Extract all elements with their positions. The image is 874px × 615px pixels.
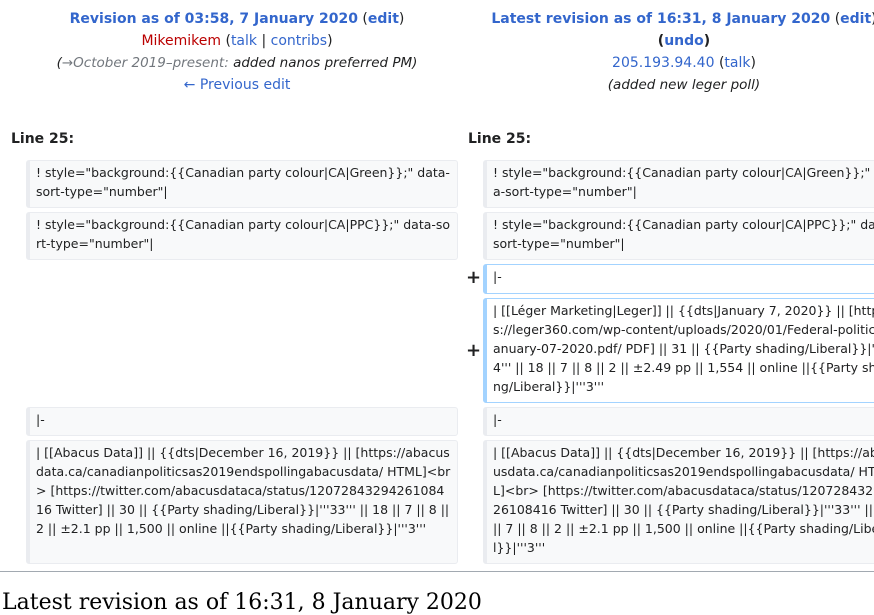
diff-context-right: | [[Abacus Data]] || {{dts|December 16, … [483,440,874,564]
old-revision-link[interactable]: Revision as of 03:58, 7 January 2020 [70,11,358,27]
diff-context-left: ! style="background:{{Canadian party col… [26,160,458,208]
undo-link[interactable]: undo [664,33,704,49]
right-line-number: Line 25: [468,131,532,147]
previous-edit-link[interactable]: ← Previous edit [184,77,291,93]
old-user-talk-link[interactable]: talk [231,33,257,49]
diff-added-line: | [[Léger Marketing|Leger]] || {{dts|Jan… [483,298,874,403]
old-revision-header: Revision as of 03:58, 7 January 2020 (ed… [56,11,418,93]
diff-context-right: ! style="background:{{Canadian party col… [483,212,874,260]
latest-revision-heading: Latest revision as of 16:31, 8 January 2… [2,590,482,615]
old-user-contribs-link[interactable]: contribs [271,33,327,49]
old-summary-section-link[interactable]: →October 2019–present: [62,55,229,71]
added-line-marker: + [466,267,482,288]
diff-context-right: |- [483,407,874,436]
new-revision-link[interactable]: Latest revision as of 16:31, 8 January 2… [491,11,830,27]
old-edit-summary: added nanos preferred PM) [233,55,418,71]
section-divider [0,571,874,572]
old-user-link[interactable]: Mikemikem [141,33,221,49]
new-user-link[interactable]: 205.193.94.40 [612,55,714,71]
new-edit-summary: (added new leger poll) [607,77,761,93]
added-line-marker: + [466,340,482,361]
diff-context-right: ! style="background:{{Canadian party col… [483,160,874,208]
diff-context-left: ! style="background:{{Canadian party col… [26,212,458,260]
diff-context-left: |- [26,407,458,436]
new-edit-link[interactable]: edit [840,11,871,27]
left-line-number: Line 25: [11,131,75,147]
new-revision-header: Latest revision as of 16:31, 8 January 2… [474,8,874,96]
diff-context-left: | [[Abacus Data]] || {{dts|December 16, … [26,440,458,564]
old-edit-link[interactable]: edit [368,11,399,27]
diff-added-line: |- [483,264,874,294]
new-user-talk-link[interactable]: talk [724,55,750,71]
